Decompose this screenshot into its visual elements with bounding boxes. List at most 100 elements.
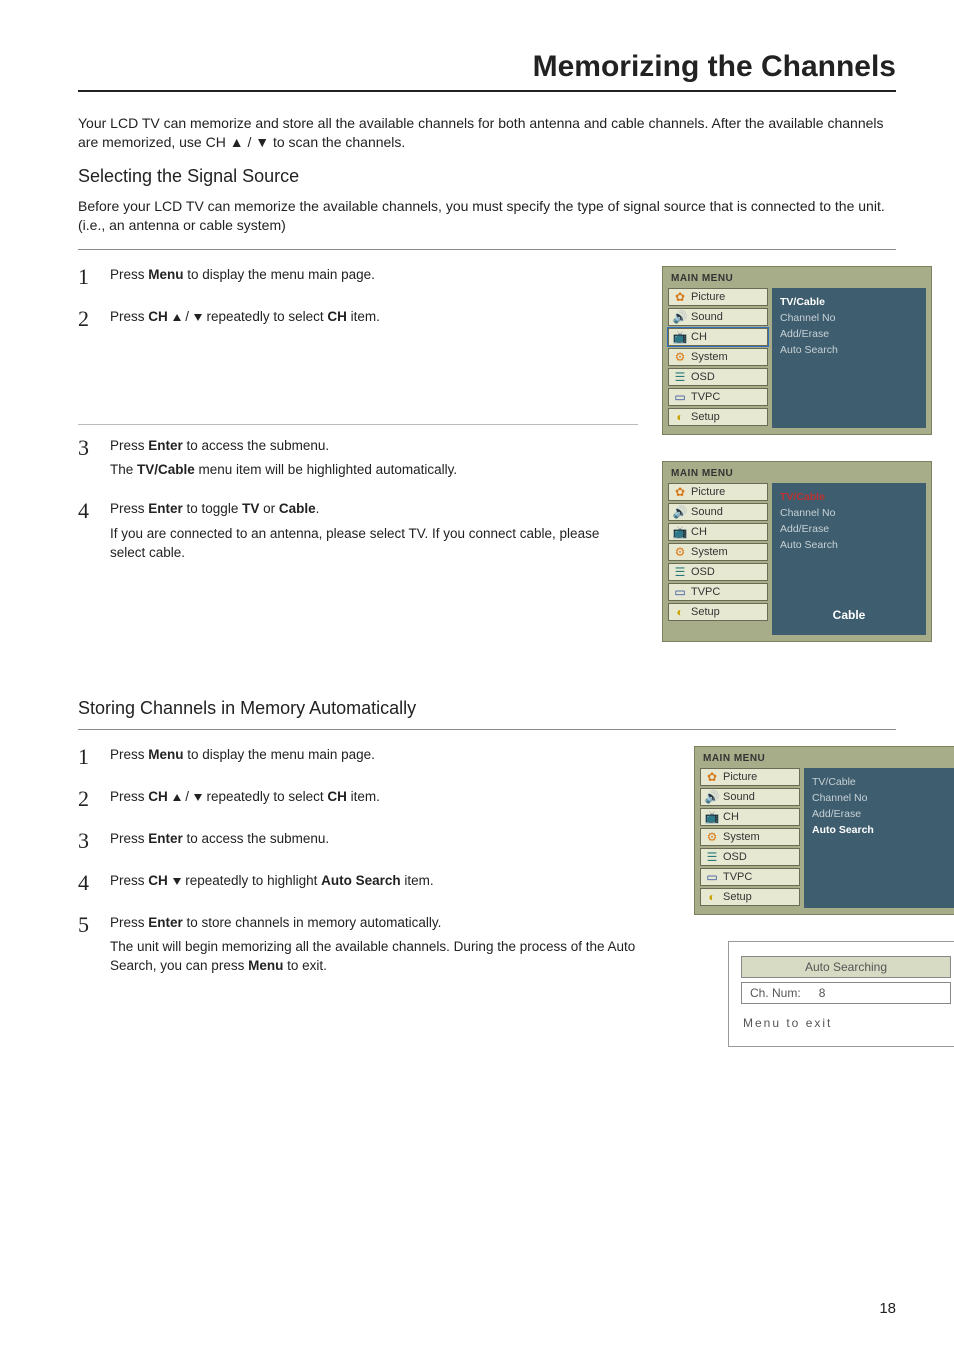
step-number: 4 [78,872,96,894]
osd-submenu: TV/Cable Channel No Add/Erase Auto Searc… [772,288,926,428]
osd-item-sound[interactable]: 🔊Sound [668,503,768,521]
picture-icon: ✿ [673,290,687,304]
bold: TV/Cable [137,462,195,477]
osd-menu-list: ✿Picture 🔊Sound 📺CH ⚙System ☰OSD ▭TVPC ◐… [700,768,800,908]
osd-item-system[interactable]: ⚙System [668,543,768,561]
step-b3: 3 Press Enter to access the submenu. [78,830,670,852]
osd-sub-tvcable[interactable]: TV/Cable [812,774,950,790]
text: item. [347,309,380,324]
step-b5: 5 Press Enter to store channels in memor… [78,914,670,977]
osd-icon: ☰ [673,565,687,579]
label: Sound [691,311,723,323]
osd-submenu: TV/Cable Channel No Add/Erase Auto Searc… [772,483,926,635]
sound-icon: 🔊 [673,505,687,519]
ch-num-label: Ch. Num: [750,986,801,1000]
osd-icon: ☰ [673,370,687,384]
text: repeatedly to highlight [182,873,322,888]
section-a-rule [78,249,896,250]
label: OSD [723,851,747,863]
osd-sub-tvcable[interactable]: TV/Cable [780,489,918,505]
triangle-down-icon [194,794,202,801]
osd-item-ch[interactable]: 📺 CH [668,523,768,541]
intro-text: Your LCD TV can memorize and store all t… [78,114,896,152]
ch-icon: 📺 [673,525,687,539]
osd-item-osd[interactable]: ☰OSD [668,368,768,386]
osd-item-osd[interactable]: ☰OSD [700,848,800,866]
text: or [259,501,279,516]
osd-item-picture[interactable]: ✿Picture [700,768,800,786]
label: System [691,351,728,363]
osd-item-ch[interactable]: 📺CH [700,808,800,826]
osd-sub-autosearch[interactable]: Auto Search [812,822,950,838]
text: to toggle [183,501,242,516]
osd-item-tvpc[interactable]: ▭TVPC [700,868,800,886]
osd-sub-adderase[interactable]: Add/Erase [780,521,918,537]
osd-item-tvpc[interactable]: ▭TVPC [668,388,768,406]
osd-item-ch[interactable]: 📺 CH [668,328,768,346]
ch-num-value: 8 [819,986,826,1000]
label: System [691,546,728,558]
step-b2: 2 Press CH / repeatedly to select CH ite… [78,788,670,810]
text: item. [401,873,434,888]
label: Sound [723,791,755,803]
osd-item-tvpc[interactable]: ▭TVPC [668,583,768,601]
osd-item-system[interactable]: ⚙ System [668,348,768,366]
osd-item-picture[interactable]: ✿Picture [668,288,768,306]
bold: CH [327,309,347,324]
setup-icon: ◐ [673,410,687,424]
osd-sub-tvcable[interactable]: TV/Cable [780,294,918,310]
osd-item-osd[interactable]: ☰ OSD [668,563,768,581]
label: CH [691,526,707,538]
page-number: 18 [879,1300,896,1317]
step-a4: 4 Press Enter to toggle TV or Cable. If … [78,500,638,563]
osd-item-setup[interactable]: ◐Setup [668,603,768,621]
text: Press [110,267,148,282]
osd-sub-channelno[interactable]: Channel No [812,790,950,806]
step-separator [78,424,638,425]
step-number: 1 [78,266,96,288]
page-title: Memorizing the Channels [78,50,896,92]
step-number: 2 [78,308,96,330]
auto-searching-foot: Menu to exit [741,1008,951,1032]
section-a-heading: Selecting the Signal Source [78,166,896,187]
step-a2: 2 Press CH / repeatedly to select CH ite… [78,308,638,330]
bold: CH [148,789,171,804]
osd-item-sound[interactable]: 🔊Sound [668,308,768,326]
label: CH [691,331,707,343]
triangle-up-icon [173,314,181,321]
osd-sub-channelno[interactable]: Channel No [780,505,918,521]
text: Press [110,747,148,762]
setup-icon: ◐ [705,890,719,904]
step-number: 5 [78,914,96,977]
osd-item-system[interactable]: ⚙System [700,828,800,846]
label: OSD [691,566,715,578]
section-b-heading: Storing Channels in Memory Automatically [78,698,896,719]
osd-sub-adderase[interactable]: Add/Erase [812,806,950,822]
section-b-rule [78,729,896,730]
osd-item-setup[interactable]: ◐Setup [668,408,768,426]
osd-item-setup[interactable]: ◐ Setup [700,888,800,906]
osd-menu-list: ✿Picture 🔊Sound 📺 CH ⚙System ☰ OSD ▭TVPC ◐… [668,483,768,635]
osd-item-sound[interactable]: 🔊Sound [700,788,800,806]
system-icon: ⚙ [673,350,687,364]
ch-icon: 📺 [673,330,687,344]
osd-sub-autosearch[interactable]: Auto Search [780,537,918,553]
bold: Enter [148,915,183,930]
osd-sub-autosearch[interactable]: Auto Search [780,342,918,358]
osd-item-picture[interactable]: ✿Picture [668,483,768,501]
osd-sub-adderase[interactable]: Add/Erase [780,326,918,342]
section-a-steps: 1 Press Menu to display the menu main pa… [78,266,638,583]
bold: CH [148,873,171,888]
tvpc-icon: ▭ [673,585,687,599]
osd-panel-2: MAIN MENU ✿Picture 🔊Sound 📺CH ⚙System ☰O… [662,461,932,642]
auto-searching-head: Auto Searching [741,956,951,978]
system-icon: ⚙ [705,830,719,844]
auto-searching-value-row: Ch. Num: 8 [741,982,951,1004]
tvpc-icon: ▭ [705,870,719,884]
osd-header: MAIN MENU [663,267,931,288]
bold: Auto Search [321,873,401,888]
osd-sub-channelno[interactable]: Channel No [780,310,918,326]
bold: Enter [148,501,183,516]
label: Setup [723,891,752,903]
osd-menu-list: ✿Picture 🔊Sound 📺 CH ⚙ System ☰OSD ▭TVPC ◐… [668,288,768,428]
